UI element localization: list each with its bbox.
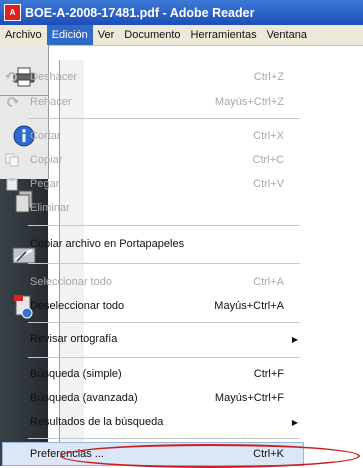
menu-separator	[28, 118, 300, 119]
menu-archivo[interactable]: Archivo	[0, 29, 47, 41]
menu-documento[interactable]: Documento	[119, 29, 185, 41]
menu-separator	[28, 357, 300, 358]
title-bar: A BOE-A-2008-17481.pdf - Adobe Reader	[0, 0, 363, 25]
menu-item-busqueda-simple[interactable]: Búsqueda (simple) Ctrl+F	[0, 364, 304, 384]
pdf-icon: A	[4, 4, 21, 21]
window-title: BOE-A-2008-17481.pdf - Adobe Reader	[25, 5, 255, 20]
menu-item-resultados-busqueda[interactable]: Resultados de la búsqueda ▶	[0, 412, 304, 432]
menu-item-deseleccionar-todo[interactable]: Deseleccionar todo Mayús+Ctrl+A	[0, 296, 304, 316]
menu-item-copiar[interactable]: Copiar Ctrl+C	[0, 150, 304, 170]
submenu-arrow-icon: ▶	[291, 417, 298, 427]
menu-ventana[interactable]: Ventana	[262, 29, 312, 41]
menu-herramientas[interactable]: Herramientas	[186, 29, 262, 41]
menu-item-pegar[interactable]: Pegar Ctrl+V	[0, 174, 304, 194]
menu-item-eliminar[interactable]: Eliminar	[0, 198, 304, 218]
menu-bar: Archivo Edición Ver Documento Herramient…	[0, 25, 363, 46]
menu-separator	[28, 322, 300, 323]
redo-icon	[7, 97, 19, 107]
menu-edicion[interactable]: Edición	[46, 25, 93, 45]
copy-icon	[5, 153, 19, 167]
menu-item-revisar-ortografia[interactable]: Revisar ortografía ▶	[0, 329, 304, 349]
menu-separator	[28, 263, 300, 264]
menu-separator	[28, 225, 300, 226]
menu-item-busqueda-avanzada[interactable]: Búsqueda (avanzada) Mayús+Ctrl+F	[0, 388, 304, 408]
highlight-circle	[60, 444, 360, 468]
paste-icon	[6, 178, 18, 191]
submenu-arrow-icon: ▶	[291, 334, 298, 344]
menu-item-rehacer[interactable]: Rehacer Mayús+Ctrl+Z	[0, 92, 304, 112]
menu-item-copiar-archivo[interactable]: Copiar archivo en Portapapeles	[0, 234, 304, 254]
undo-icon	[5, 72, 17, 82]
menu-item-seleccionar-todo[interactable]: Seleccionar todo Ctrl+A	[0, 272, 304, 292]
menu-separator	[28, 438, 300, 439]
menu-item-deshacer[interactable]: Deshacer Ctrl+Z	[0, 67, 304, 87]
menu-ver[interactable]: Ver	[93, 29, 120, 41]
menu-item-cortar[interactable]: Cortar Ctrl+X	[0, 126, 304, 146]
